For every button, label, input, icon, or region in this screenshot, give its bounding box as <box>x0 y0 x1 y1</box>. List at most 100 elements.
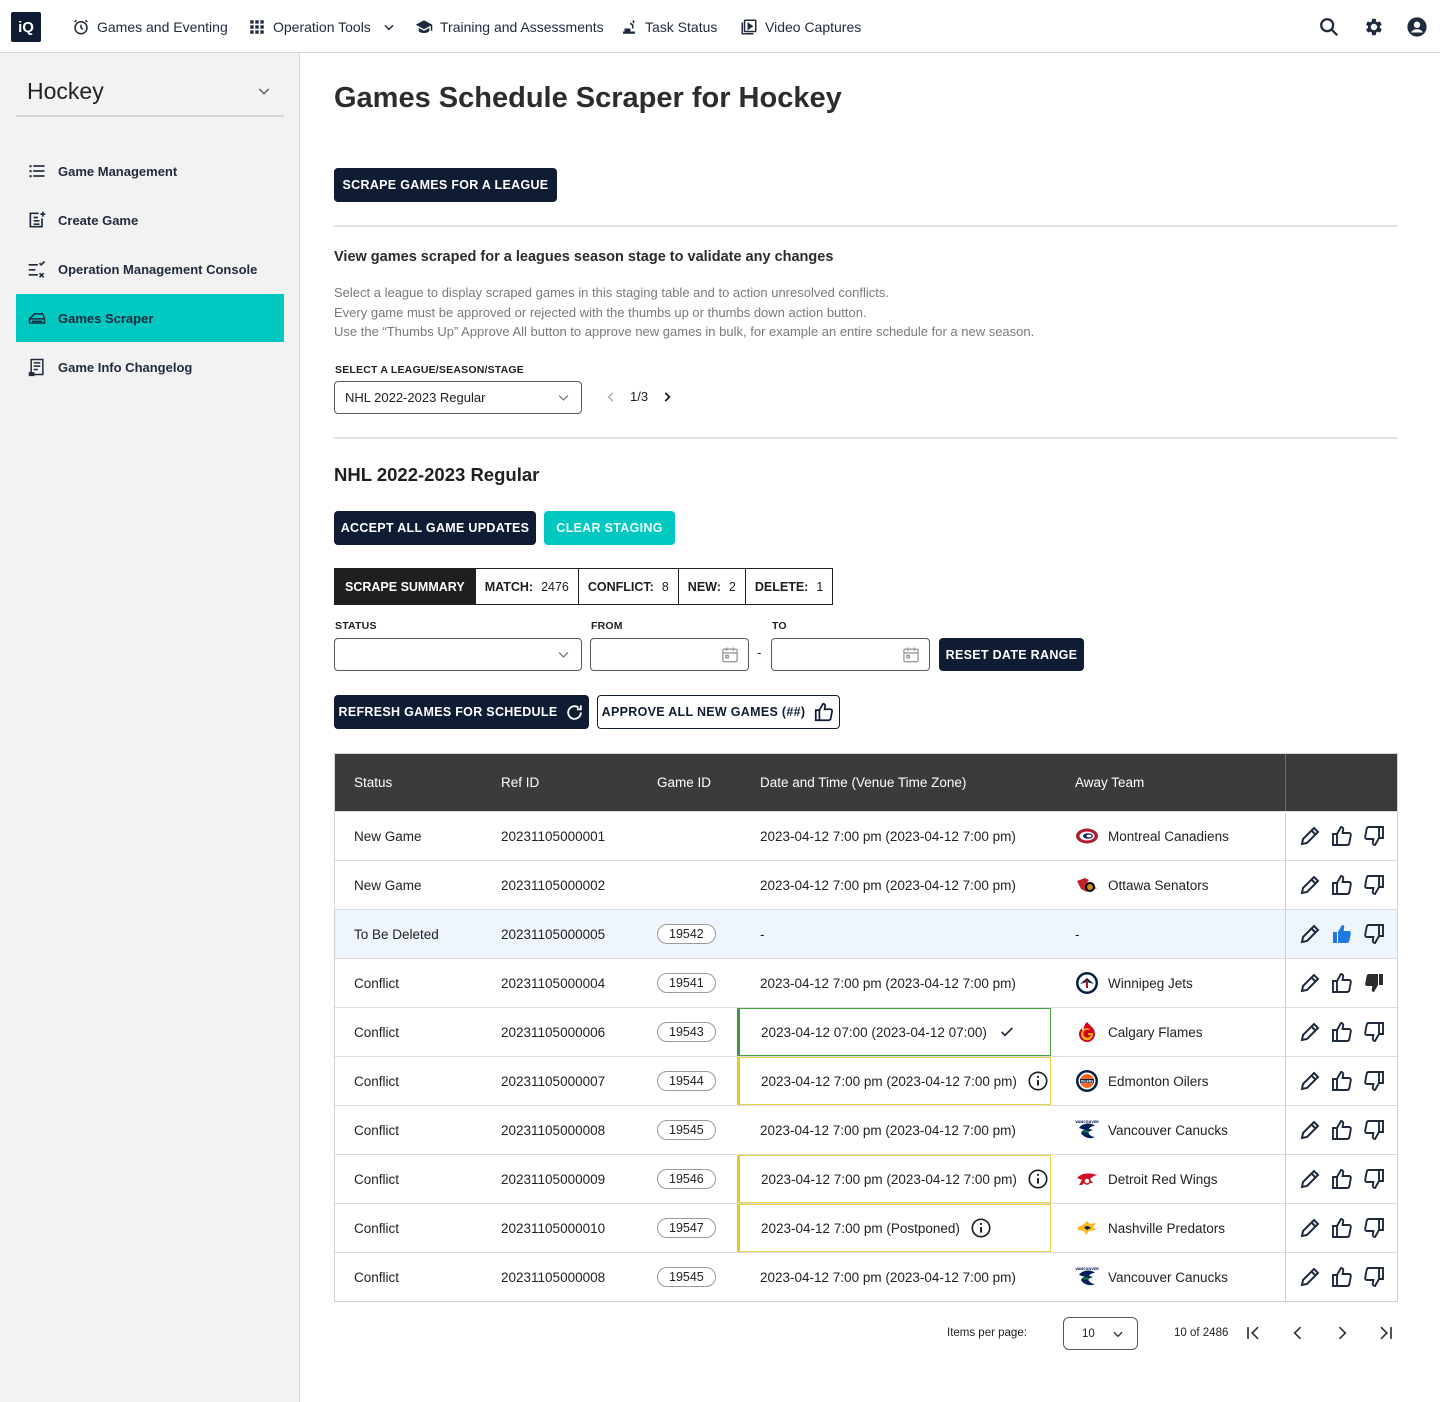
thumbs-up-icon[interactable] <box>1330 1118 1354 1142</box>
status-cell: Conflict <box>354 1220 400 1236</box>
chevron-down-icon <box>1113 1331 1123 1337</box>
items-per-page-select[interactable]: 10 <box>1063 1317 1138 1350</box>
reset-date-range-button[interactable]: RESET DATE RANGE <box>939 638 1084 671</box>
chevron-down-icon <box>558 395 569 401</box>
thumbs-down-icon[interactable] <box>1362 873 1386 897</box>
status-cell: Conflict <box>354 975 400 991</box>
thumbs-up-icon[interactable] <box>1330 873 1354 897</box>
table-row[interactable]: Conflict 20231105000008 19545 2023-04-12 7:… <box>335 1105 1397 1154</box>
sport-select[interactable]: Hockey <box>16 67 284 117</box>
away-team-name: Nashville Predators <box>1108 1220 1226 1236</box>
next-page-icon[interactable] <box>1332 1323 1352 1343</box>
date-time-text: 2023-04-12 7:00 pm (2023-04-12 7:00 pm) <box>761 1073 1017 1089</box>
edit-icon[interactable] <box>1298 873 1322 897</box>
game-id-pill: 19545 <box>657 1267 716 1287</box>
edit-icon[interactable] <box>1298 1216 1322 1240</box>
thumbs-up-icon[interactable] <box>1330 1216 1354 1240</box>
edit-icon[interactable] <box>1298 922 1322 946</box>
column-header-away-team[interactable]: Away Team <box>1075 754 1144 811</box>
svg-text:OILERS: OILERS <box>1081 1079 1095 1083</box>
info-icon[interactable] <box>970 1217 992 1239</box>
thumbs-up-icon[interactable] <box>1330 1167 1354 1191</box>
thumbs-down-icon[interactable] <box>1362 824 1386 848</box>
thumbs-down-icon[interactable] <box>1362 1167 1386 1191</box>
thumbs-up-icon[interactable] <box>1330 971 1354 995</box>
table-row[interactable]: Conflict 20231105000008 19545 2023-04-12 7:… <box>335 1252 1397 1301</box>
accept-all-game-updates-button[interactable]: ACCEPT ALL GAME UPDATES <box>334 511 536 545</box>
edit-icon[interactable] <box>1298 971 1322 995</box>
gear-icon[interactable] <box>1362 16 1384 38</box>
divider <box>334 437 1398 439</box>
ref-id-cell: 20231105000004 <box>501 975 606 991</box>
sidebar-item-game-management[interactable]: Game Management <box>16 147 284 195</box>
game-id-cell: 19545 <box>657 1253 716 1301</box>
table-row[interactable]: Conflict 20231105000006 19543 2023-04-12 07… <box>335 1007 1397 1056</box>
account-icon[interactable] <box>1406 16 1428 38</box>
status-filter-select[interactable] <box>334 638 582 671</box>
info-icon[interactable] <box>1027 1070 1049 1092</box>
sidebar-item-game-info-changelog[interactable]: Game Info Changelog <box>16 343 284 391</box>
column-header-game-id[interactable]: Game ID <box>657 754 711 811</box>
first-page-icon[interactable] <box>1243 1323 1263 1343</box>
column-header-date-time[interactable]: Date and Time (Venue Time Zone) <box>760 754 966 811</box>
away-team-name: Edmonton Oilers <box>1108 1073 1209 1089</box>
column-header-status[interactable]: Status <box>354 754 392 811</box>
sidebar-item-create-game[interactable]: Create Game <box>16 196 284 244</box>
league-select[interactable]: NHL 2022-2023 Regular <box>334 381 582 414</box>
thumbs-up-icon[interactable] <box>1330 1265 1354 1289</box>
thumbs-up-icon[interactable] <box>1330 1020 1354 1044</box>
scrape-games-button[interactable]: SCRAPE GAMES FOR A LEAGUE <box>334 168 557 202</box>
thumbs-down-icon[interactable] <box>1362 1118 1386 1142</box>
chevron-left-icon[interactable] <box>604 390 618 404</box>
edit-icon[interactable] <box>1298 1020 1322 1044</box>
thumbs-down-icon[interactable] <box>1362 971 1386 995</box>
sidebar-item-operation-management-console[interactable]: Operation Management Console <box>16 245 284 293</box>
thumbs-up-icon[interactable] <box>1330 824 1354 848</box>
thumbs-down-icon[interactable] <box>1362 922 1386 946</box>
refresh-games-button[interactable]: REFRESH GAMES FOR SCHEDULE <box>334 695 589 729</box>
edit-icon[interactable] <box>1298 824 1322 848</box>
league-pager-text: 1/3 <box>630 389 649 404</box>
date-time-text: 2023-04-12 7:00 pm (2023-04-12 7:00 pm) <box>760 975 1016 991</box>
app-logo[interactable]: iQ <box>11 12 41 42</box>
edit-icon[interactable] <box>1298 1265 1322 1289</box>
table-row[interactable]: Conflict 20231105000009 19546 2023-04-12 7:… <box>335 1154 1397 1203</box>
last-page-icon[interactable] <box>1376 1323 1396 1343</box>
date-time-cell: 2023-04-12 7:00 pm (2023-04-12 7:00 pm) <box>737 1106 1051 1154</box>
nav-video-captures[interactable]: Video Captures <box>740 0 861 53</box>
nav-task-status[interactable]: Task Status <box>620 0 717 53</box>
nav-operation-tools[interactable]: Operation Tools <box>248 0 396 53</box>
table-row[interactable]: Conflict 20231105000010 19547 2023-04-12 7:… <box>335 1203 1397 1252</box>
table-row[interactable]: New Game 20231105000002 2023-04-12 7:00 pm… <box>335 860 1397 909</box>
table-header: Status Ref ID Game ID Date and Time (Ven… <box>335 754 1397 811</box>
thumbs-up-icon[interactable] <box>1330 922 1354 946</box>
column-header-ref-id[interactable]: Ref ID <box>501 754 539 811</box>
thumbs-down-icon[interactable] <box>1362 1216 1386 1240</box>
table-row[interactable]: Conflict 20231105000007 19544 2023-04-12 7:… <box>335 1056 1397 1105</box>
table-row[interactable]: To Be Deleted 20231105000005 19542 - - <box>335 909 1397 958</box>
to-date-input[interactable] <box>771 638 930 671</box>
thumbs-down-icon[interactable] <box>1362 1069 1386 1093</box>
edit-icon[interactable] <box>1298 1118 1322 1142</box>
thumbs-up-icon[interactable] <box>1330 1069 1354 1093</box>
chevron-right-icon[interactable] <box>660 390 674 404</box>
sidebar-item-games-scraper[interactable]: Games Scraper <box>16 294 284 342</box>
calendar-icon[interactable] <box>901 645 921 665</box>
table-row[interactable]: New Game 20231105000001 2023-04-12 7:00 pm… <box>335 811 1397 860</box>
edit-icon[interactable] <box>1298 1167 1322 1191</box>
clear-staging-button[interactable]: CLEAR STAGING <box>544 511 675 545</box>
search-icon[interactable] <box>1318 16 1340 38</box>
approve-all-new-games-button[interactable]: APPROVE ALL NEW GAMES (##) <box>597 695 840 729</box>
from-date-input[interactable] <box>590 638 749 671</box>
date-time-cell: 2023-04-12 7:00 pm (2023-04-12 7:00 pm) <box>737 861 1051 909</box>
thumbs-down-icon[interactable] <box>1362 1265 1386 1289</box>
game-id-cell: 19545 <box>657 1106 716 1154</box>
thumbs-down-icon[interactable] <box>1362 1020 1386 1044</box>
info-icon[interactable] <box>1027 1168 1049 1190</box>
edit-icon[interactable] <box>1298 1069 1322 1093</box>
nav-games-and-eventing[interactable]: Games and Eventing <box>72 0 228 53</box>
previous-page-icon[interactable] <box>1288 1323 1308 1343</box>
nav-training-and-assessments[interactable]: Training and Assessments <box>415 0 604 53</box>
table-row[interactable]: Conflict 20231105000004 19541 2023-04-12 7:… <box>335 958 1397 1007</box>
calendar-icon[interactable] <box>720 645 740 665</box>
